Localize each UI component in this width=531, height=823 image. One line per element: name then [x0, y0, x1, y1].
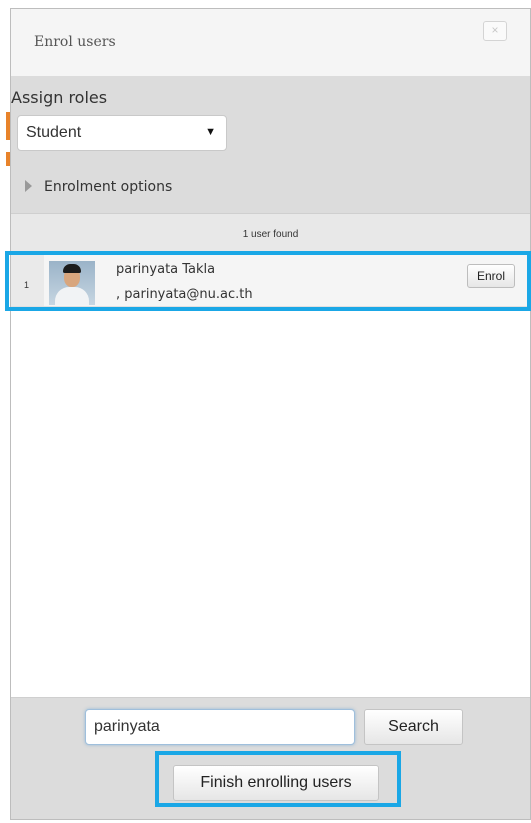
role-select[interactable]: Student ▼: [17, 115, 227, 151]
enrolment-options-toggle[interactable]: Enrolment options: [25, 179, 172, 195]
user-name: parinyata Takla: [116, 262, 216, 277]
background-page-edge: [0, 0, 10, 823]
user-avatar: [49, 261, 95, 305]
enrolment-options-panel: Assign roles Student ▼ Enrolment options: [11, 77, 530, 213]
enrol-button[interactable]: Enrol: [467, 264, 515, 288]
user-list-item: 1 parinyata Takla , parinyata@nu.ac.th E…: [11, 254, 530, 307]
role-select-value: Student: [26, 124, 82, 141]
avatar-body-shape: [55, 287, 89, 305]
caret-down-icon: ▼: [205, 126, 216, 138]
search-button[interactable]: Search: [364, 709, 463, 745]
dialog-footer: Search Finish enrolling users: [11, 697, 530, 819]
enrol-users-dialog: Enrol users × Assign roles Student ▼ Enr…: [10, 8, 531, 820]
result-count-text: 1 user found: [242, 229, 299, 240]
user-email: , parinyata@nu.ac.th: [116, 287, 253, 302]
enrolment-options-label: Enrolment options: [44, 179, 173, 195]
dialog-title: Enrol users: [34, 34, 116, 50]
finish-enrolling-users-button[interactable]: Finish enrolling users: [173, 765, 379, 801]
row-number-value: 1: [24, 280, 30, 290]
expand-triangle-icon: [25, 180, 32, 192]
assign-roles-label: Assign roles: [11, 88, 108, 107]
close-button[interactable]: ×: [483, 21, 507, 41]
row-number: 1: [11, 254, 44, 306]
avatar-hair-shape: [63, 264, 81, 273]
dialog-header: Enrol users ×: [11, 9, 530, 77]
search-result-summary-bar: 1 user found: [11, 213, 530, 251]
search-input[interactable]: [85, 709, 355, 745]
